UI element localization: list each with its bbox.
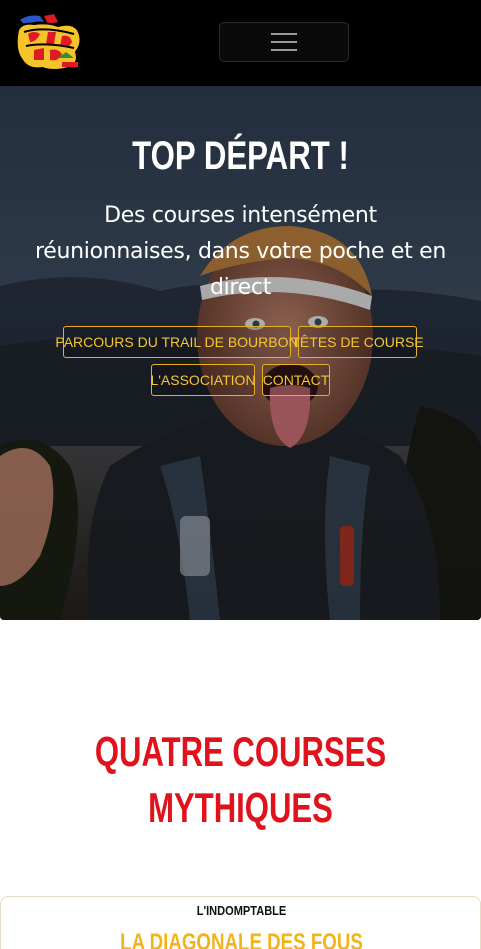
contact-button[interactable]: CONTACT <box>262 364 330 396</box>
race-card-title: LA DIAGONALE DES FOUS <box>120 929 363 949</box>
hero-banner: TOP DÉPART ! Des courses intensément réu… <box>0 86 481 620</box>
grand-raid-logo[interactable] <box>14 12 86 74</box>
association-button[interactable]: L'ASSOCIATION <box>150 364 256 396</box>
hero-subtitle: Des courses intensément réunionnaises, d… <box>34 203 447 300</box>
grand-raid-logo-icon <box>15 14 82 71</box>
race-card[interactable]: L'INDOMPTABLE LA DIAGONALE DES FOUS <box>0 896 481 949</box>
parcours-trail-bourbon-button[interactable]: PARCOURS DU TRAIL DE BOURBON <box>55 326 299 358</box>
menu-toggle-button[interactable] <box>219 22 349 62</box>
hero-title: TOP DÉPART ! <box>132 134 349 178</box>
race-card-kicker: L'INDOMPTABLE <box>196 903 287 918</box>
section-title: QUATRE COURSES MYTHIQUES <box>94 728 387 831</box>
navbar <box>0 0 481 86</box>
hamburger-icon <box>271 33 297 51</box>
tetes-de-course-button[interactable]: TÊTES DE COURSE <box>291 326 424 358</box>
